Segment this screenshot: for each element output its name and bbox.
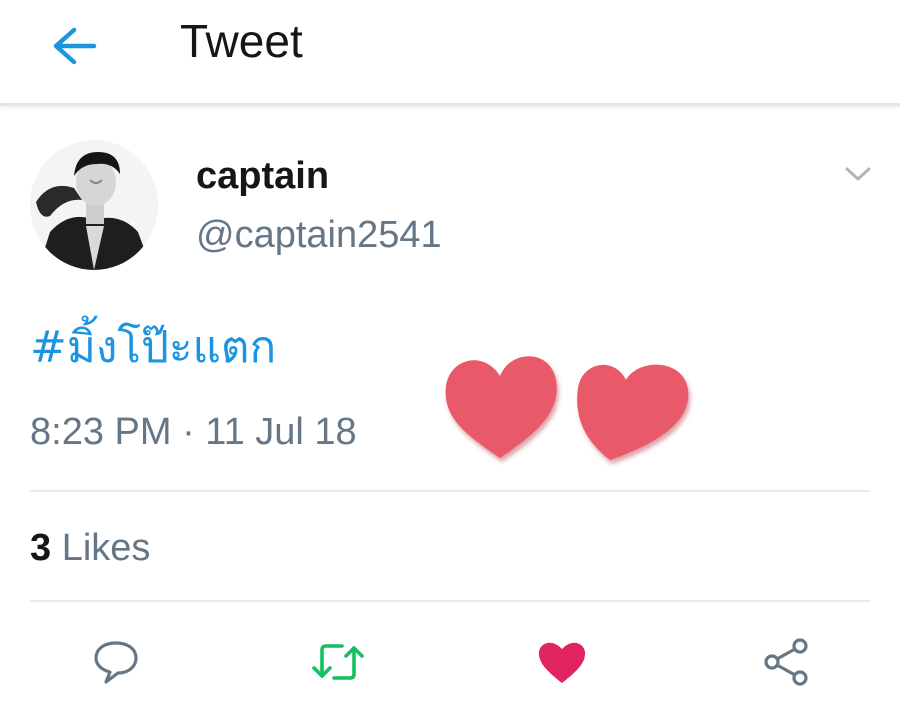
author-handle[interactable]: @captain2541 — [196, 211, 442, 259]
avatar[interactable] — [30, 140, 158, 270]
hashtag-link[interactable]: #มิ้งโป๊ะแตก — [30, 318, 276, 378]
likes-label: Likes — [61, 527, 151, 569]
tweet-detail-screen: Tweet captain @captain2541 #มิ้งโป๊ะแตก — [0, 0, 900, 714]
retweet-icon — [312, 644, 364, 680]
divider — [30, 600, 870, 602]
reply-icon — [94, 641, 138, 684]
arrow-left-icon — [53, 27, 97, 65]
tweet-timestamp: 8:23 PM · 11 Jul 18 — [30, 411, 357, 453]
heart-sticker-right — [577, 364, 689, 460]
likes-stat[interactable]: 3 Likes — [30, 524, 150, 572]
share-icon — [764, 638, 808, 686]
author-name[interactable]: captain — [196, 152, 329, 200]
heart-sticker-left — [445, 356, 557, 458]
chevron-down-icon — [845, 167, 871, 181]
page-title: Tweet — [180, 15, 303, 67]
app-header: Tweet — [0, 0, 900, 106]
two-hearts-sticker — [438, 340, 698, 470]
likes-count: 3 — [30, 527, 52, 569]
profile-photo — [30, 140, 158, 270]
share-button[interactable] — [756, 632, 816, 692]
back-button[interactable] — [48, 24, 100, 68]
reply-button[interactable] — [86, 632, 146, 692]
divider — [30, 490, 870, 492]
heart-icon — [538, 642, 586, 683]
more-options-button[interactable] — [840, 160, 876, 188]
retweet-button[interactable] — [308, 632, 368, 692]
like-button[interactable] — [532, 632, 592, 692]
